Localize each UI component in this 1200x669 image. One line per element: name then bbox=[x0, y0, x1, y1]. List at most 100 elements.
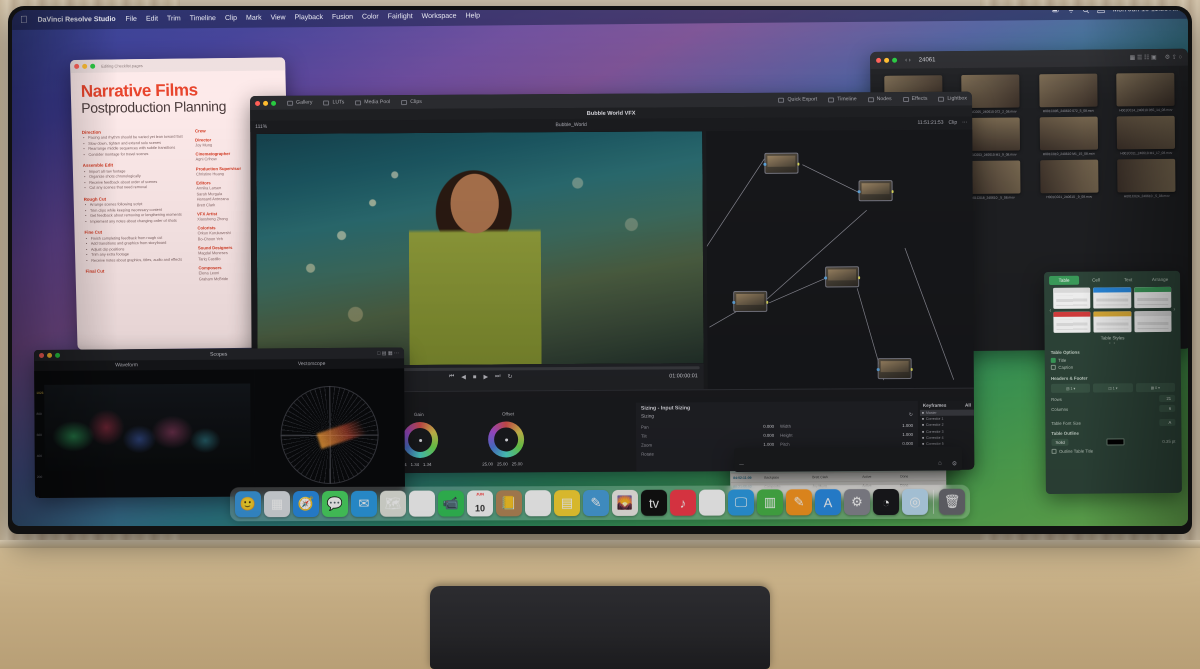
dock-app-safari[interactable]: 🧭 bbox=[292, 490, 320, 518]
keyframe-track-dot[interactable] bbox=[922, 436, 925, 439]
menu-item-file[interactable]: File bbox=[126, 15, 137, 22]
toolbar-quick-export[interactable]: Quick Export bbox=[778, 97, 817, 103]
finder-file-item[interactable]: H001C024_240610 _5_08.mov bbox=[1110, 159, 1184, 199]
styles-next-icon[interactable]: › bbox=[1173, 306, 1175, 312]
viewer-timecode[interactable]: 01:00:00:01 bbox=[669, 373, 698, 379]
finder-file-item[interactable]: H001C014_240610 055_14_08.mov bbox=[1109, 72, 1183, 113]
outline-row[interactable]: Solid 0.35 pt bbox=[1051, 438, 1175, 446]
font-size-value[interactable]: A bbox=[1159, 418, 1176, 426]
keyframe-track-dot[interactable] bbox=[921, 411, 924, 414]
inspector-tabs[interactable]: Table Cell Text Arrange bbox=[1044, 271, 1180, 288]
table-style-1[interactable] bbox=[1053, 287, 1091, 309]
wheel-offset[interactable] bbox=[487, 421, 525, 458]
vectorscope[interactable] bbox=[254, 368, 406, 497]
fusion-mini-bar[interactable]: ⏤ ⌂ ⚙ bbox=[734, 446, 963, 472]
dock-app-music[interactable]: ♪ bbox=[669, 489, 697, 516]
finder-nav-buttons[interactable]: ‹ › bbox=[905, 57, 911, 63]
waveform-scope[interactable]: 1023 800 600 400 200 0 bbox=[34, 369, 256, 498]
dock-app-davinci-resolve[interactable]: ◔ bbox=[872, 488, 900, 516]
outline-width-value[interactable]: 0.35 pt bbox=[1162, 439, 1175, 444]
table-style-4[interactable] bbox=[1053, 311, 1091, 333]
menu-item-help[interactable]: Help bbox=[466, 12, 480, 19]
scopes-layout-icons[interactable]: □ ▤ ▦ ⋯ bbox=[377, 350, 399, 356]
scopes-window-controls[interactable] bbox=[39, 352, 61, 358]
skip-forward-icon[interactable]: ⏭ bbox=[495, 373, 500, 380]
menu-item-edit[interactable]: Edit bbox=[146, 15, 158, 22]
fusion-node-icon[interactable]: ⏤ bbox=[739, 462, 744, 469]
menubar-clock[interactable]: Mon Jun 10 11:20 AM bbox=[1112, 10, 1180, 13]
dock-app-appstore[interactable]: A bbox=[814, 489, 842, 516]
menu-item-clip[interactable]: Clip bbox=[225, 14, 237, 21]
finder-file-item[interactable]: H001C011_240610 M1_17_08.mov bbox=[1109, 115, 1183, 156]
sizing-field-value[interactable]: 1.000 bbox=[902, 423, 913, 428]
toolbar-luts[interactable]: LUTs bbox=[323, 99, 344, 105]
dock-app-trash[interactable]: 🗑 bbox=[938, 488, 966, 515]
checkbox-outline-title-box[interactable] bbox=[1051, 449, 1057, 454]
rows-field[interactable]: Rows 21 bbox=[1051, 394, 1176, 403]
clip-label[interactable]: Clip bbox=[949, 119, 958, 125]
node-5-output[interactable] bbox=[910, 367, 913, 371]
wifi-icon[interactable] bbox=[1067, 10, 1075, 13]
menubar-app-title[interactable]: DaVinci Resolve Studio bbox=[38, 16, 116, 24]
table-style-2[interactable] bbox=[1093, 287, 1131, 309]
dock-app-notes[interactable]: ▤ bbox=[553, 490, 581, 517]
node-3[interactable] bbox=[824, 266, 861, 288]
checkbox-caption-box[interactable] bbox=[1050, 365, 1056, 370]
search-icon[interactable] bbox=[1082, 10, 1090, 13]
header-rows-button[interactable]: ▤ 1 ▾ bbox=[1050, 383, 1091, 393]
finder-action-buttons[interactable]: ⚙ ⇪ ○ bbox=[1165, 54, 1182, 61]
node-2-output[interactable] bbox=[891, 190, 894, 193]
table-styles-grid[interactable] bbox=[1053, 286, 1172, 333]
dock-app-system-settings[interactable]: ⚙ bbox=[843, 489, 871, 516]
offset-g[interactable]: 25.00 bbox=[497, 461, 508, 466]
toolbar-gallery[interactable]: Gallery bbox=[287, 100, 312, 106]
sizing-field-value[interactable]: 0.000 bbox=[902, 441, 913, 446]
fusion-home-icon[interactable]: ⌂ bbox=[938, 461, 942, 468]
finder-file-item[interactable]: H001C021_240610 _9_08.mov bbox=[1032, 159, 1106, 200]
sizing-field-value[interactable]: 1.000 bbox=[902, 432, 913, 437]
menu-bar[interactable]:  DaVinci Resolve Studio File Edit Trim … bbox=[12, 10, 1188, 30]
toolbar-timeline[interactable]: Timeline bbox=[828, 96, 857, 102]
dock-app-news[interactable]: N bbox=[698, 489, 726, 516]
window-controls[interactable] bbox=[74, 63, 96, 69]
toolbar-lightbox[interactable]: Lightbox bbox=[938, 96, 967, 102]
menu-item-fusion[interactable]: Fusion bbox=[332, 13, 353, 20]
node-2[interactable] bbox=[857, 180, 894, 202]
sizing-field-value[interactable]: 1.000 bbox=[763, 442, 774, 447]
node-1[interactable] bbox=[763, 152, 800, 174]
keyframe-track-dot[interactable] bbox=[922, 424, 925, 427]
columns-value[interactable]: 6 bbox=[1159, 404, 1176, 412]
play-icon[interactable]: ▶ bbox=[483, 374, 489, 381]
loop-icon[interactable]: ↻ bbox=[508, 373, 513, 380]
fusion-settings-icon[interactable]: ⚙ bbox=[952, 460, 957, 467]
source-timecode-group[interactable]: 11:51:21:53 Clip ⋯ bbox=[822, 119, 972, 126]
dock-app-facetime[interactable]: 📹 bbox=[437, 490, 465, 517]
dock-app-maps[interactable]: 🗺 bbox=[379, 490, 407, 517]
gain-b[interactable]: 1.34 bbox=[423, 462, 431, 467]
node-graph[interactable] bbox=[706, 129, 975, 390]
dock-app-appletv[interactable]: tv bbox=[640, 489, 668, 516]
node-3-input[interactable] bbox=[824, 276, 827, 279]
toolbar-clips[interactable]: Clips bbox=[401, 99, 422, 105]
keyframe-track-dot[interactable] bbox=[921, 418, 924, 421]
viewer-zoom-level[interactable]: 111% bbox=[250, 123, 320, 129]
sizing-reset-icon[interactable]: ↻ bbox=[909, 413, 913, 418]
tab-arrange[interactable]: Arrange bbox=[1145, 275, 1175, 284]
node-4[interactable] bbox=[732, 290, 769, 313]
checkbox-caption[interactable]: Caption bbox=[1050, 364, 1175, 370]
menu-item-fairlight[interactable]: Fairlight bbox=[388, 13, 413, 20]
dock-app-pages[interactable]: ✎ bbox=[785, 489, 813, 516]
styles-prev-icon[interactable]: ‹ bbox=[1049, 307, 1051, 313]
toolbar-nodes[interactable]: Nodes bbox=[867, 96, 892, 102]
dock-app-preview[interactable]: ◎ bbox=[901, 488, 929, 515]
stop-icon[interactable]: ■ bbox=[473, 374, 477, 380]
battery-icon[interactable] bbox=[1052, 10, 1060, 14]
play-reverse-icon[interactable]: ◀ bbox=[461, 374, 466, 381]
menu-item-view[interactable]: View bbox=[271, 14, 286, 21]
rows-value[interactable]: 21 bbox=[1159, 394, 1176, 403]
dock-app-finder[interactable]: 🙂 bbox=[234, 491, 262, 518]
table-style-6[interactable] bbox=[1134, 310, 1172, 333]
node-1-output[interactable] bbox=[796, 162, 800, 166]
viewer-options-icon[interactable]: ⋯ bbox=[962, 119, 967, 125]
dock-app-numbers[interactable]: ▥ bbox=[756, 489, 784, 516]
